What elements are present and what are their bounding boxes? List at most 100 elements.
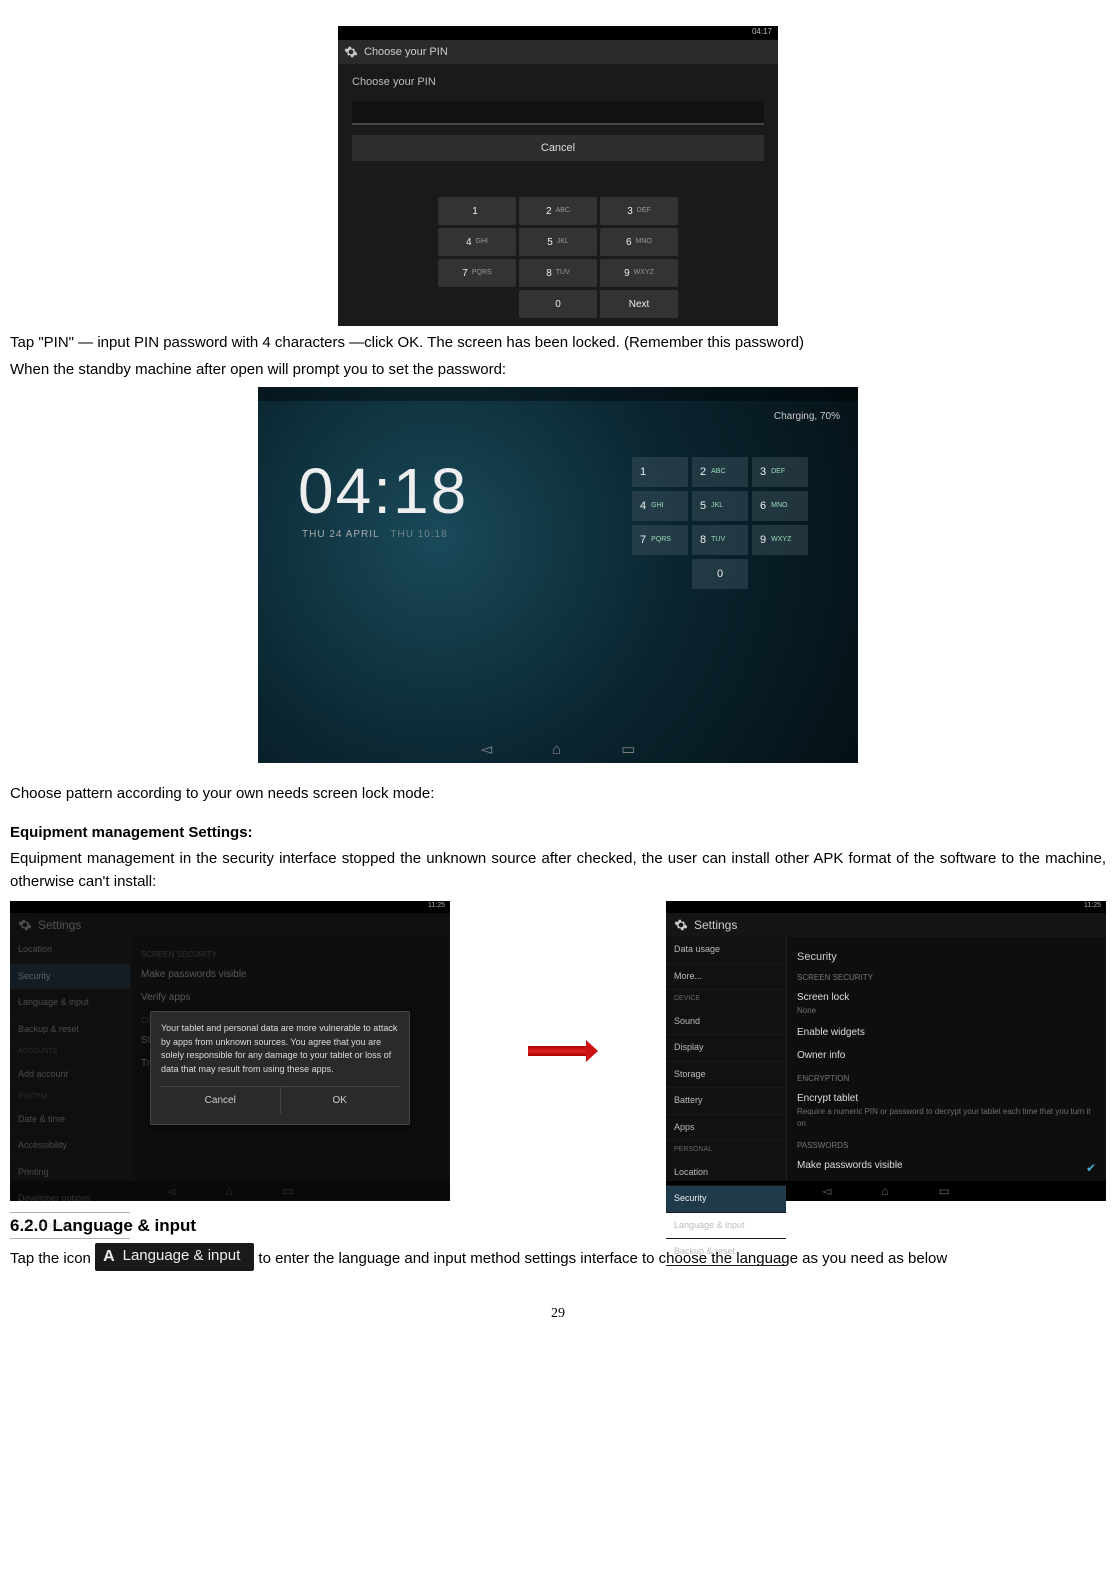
lock-keypad: 1 2ABC 3DEF 4GHI 5JKL 6MNO 7PQRS 8TUV 9W… [632, 457, 808, 589]
status-bar: 11:25 [10, 901, 450, 913]
key-8[interactable]: 8TUV [519, 259, 597, 287]
key-2[interactable]: 2ABC [519, 197, 597, 225]
home-icon[interactable]: ⌂ [552, 739, 561, 759]
choose-pin-label: Choose your PIN [338, 64, 778, 101]
dialog-cancel-button[interactable]: Cancel [161, 1087, 281, 1114]
sidebar-item[interactable]: Data usage [666, 937, 786, 964]
sidebar-item[interactable]: About tablet [10, 1213, 130, 1240]
sidebar-item[interactable]: Apps [666, 1115, 786, 1142]
key-6[interactable]: 6MNO [752, 491, 808, 521]
main-section: SCREEN SECURITY [797, 972, 1096, 984]
nav-bar: ◅ ⌂ ▭ [258, 739, 858, 759]
sidebar-item[interactable]: Sound [666, 1009, 786, 1036]
recents-icon[interactable]: ▭ [621, 739, 635, 759]
sidebar-section: DEVICE [666, 990, 786, 1009]
language-input-icon: A Language & input [95, 1243, 254, 1271]
sidebar-item[interactable]: Location [666, 1160, 786, 1187]
sidebar-item[interactable]: Language & input [666, 1213, 786, 1240]
confirm-dialog: Your tablet and personal data are more v… [150, 1011, 410, 1125]
sidebar-item[interactable]: Accessibility [10, 1133, 130, 1160]
main-item-screen-lock[interactable]: Screen lockNone [797, 986, 1096, 1021]
sidebar-item[interactable]: Add account [10, 1062, 130, 1089]
paragraph-3: Choose pattern according to your own nee… [10, 783, 1106, 806]
key-next[interactable]: Next [600, 290, 678, 318]
cancel-button[interactable]: Cancel [352, 135, 764, 161]
back-icon[interactable]: ◅ [481, 739, 493, 759]
sidebar-item[interactable]: Storage [666, 1062, 786, 1089]
key-1[interactable]: 1 [438, 197, 516, 225]
sidebar-item-security[interactable]: Security [666, 1186, 786, 1213]
title-bar: Settings [10, 913, 450, 937]
main-item[interactable]: Encrypt tabletRequire a numeric PIN or p… [797, 1087, 1096, 1134]
title-bar: Settings [666, 913, 1106, 937]
sidebar-section: PERSONAL [666, 1141, 786, 1160]
title-text: Settings [694, 916, 737, 934]
gear-icon [18, 918, 32, 932]
key-7[interactable]: 7PQRS [438, 259, 516, 287]
key-5[interactable]: 5JKL [692, 491, 748, 521]
main-heading: Security [797, 949, 1096, 966]
key-9[interactable]: 9WXYZ [752, 525, 808, 555]
recents-icon[interactable]: ▭ [939, 1182, 950, 1200]
main-item[interactable]: Make passwords visible✔ [797, 1154, 1096, 1177]
key-blank [438, 290, 516, 318]
screenshot-settings-security: 11:25 Settings Data usage More... DEVICE… [666, 901, 1106, 1201]
status-bar [258, 387, 858, 401]
main-section: PASSWORDS [797, 1140, 1096, 1152]
main-item[interactable]: Owner info [797, 1044, 1096, 1067]
language-chip-label: Language & input [123, 1245, 241, 1268]
key-2[interactable]: 2ABC [692, 457, 748, 487]
key-4[interactable]: 4GHI [632, 491, 688, 521]
key-3[interactable]: 3DEF [752, 457, 808, 487]
sidebar-item[interactable]: Backup & reset [10, 1017, 130, 1044]
key-5[interactable]: 5JKL [519, 228, 597, 256]
main-item[interactable]: Enable widgets [797, 1021, 1096, 1044]
main-item[interactable]: Verify apps [141, 986, 440, 1009]
sidebar-item[interactable]: Location [10, 937, 130, 964]
sidebar-item-security[interactable]: Security [10, 964, 130, 991]
clock-time: 04:18 [298, 443, 468, 539]
sidebar-item[interactable]: Display [666, 1035, 786, 1062]
key-4[interactable]: 4GHI [438, 228, 516, 256]
sidebar-section: SYSTEM [10, 1088, 130, 1107]
pin-keypad: 1 2ABC 3DEF 4GHI 5JKL 6MNO 7PQRS 8TUV 9W… [438, 197, 678, 318]
main-section: SCREEN SECURITY [141, 949, 440, 961]
heading-language-input: 6.2.0 Language & input [10, 1213, 1106, 1239]
key-0[interactable]: 0 [692, 559, 748, 589]
key-7[interactable]: 7PQRS [632, 525, 688, 555]
sidebar-item[interactable]: Battery [666, 1088, 786, 1115]
heading-equipment: Equipment management Settings: [10, 822, 1106, 845]
pin-input[interactable] [352, 101, 764, 125]
sidebar-item[interactable]: Backup & reset [666, 1239, 786, 1266]
recents-icon[interactable]: ▭ [283, 1182, 294, 1200]
sidebar-item[interactable]: Date & time [10, 1107, 130, 1134]
key-blank-2 [752, 559, 808, 589]
key-6[interactable]: 6MNO [600, 228, 678, 256]
settings-sidebar: Location Security Language & input Backu… [10, 937, 131, 1181]
key-0[interactable]: 0 [519, 290, 597, 318]
status-bar: 11:25 [666, 901, 1106, 913]
sidebar-section: ACCOUNTS [10, 1043, 130, 1062]
dialog-ok-button[interactable]: OK [281, 1087, 400, 1114]
key-1[interactable]: 1 [632, 457, 688, 487]
sidebar-item[interactable]: Language & input [10, 990, 130, 1017]
key-3[interactable]: 3DEF [600, 197, 678, 225]
page-number: 29 [10, 1303, 1106, 1324]
key-8[interactable]: 8TUV [692, 525, 748, 555]
main-item[interactable]: Make passwords visible [141, 963, 440, 986]
settings-sidebar: Data usage More... DEVICE Sound Display … [666, 937, 787, 1181]
key-9[interactable]: 9WXYZ [600, 259, 678, 287]
settings-main: Security SCREEN SECURITY Screen lockNone… [787, 937, 1106, 1181]
screenshot-settings-dialog: 11:25 Settings Location Security Languag… [10, 901, 450, 1201]
screenshot-pin-entry: 04:17 Choose your PIN Choose your PIN Ca… [338, 26, 778, 326]
screenshot-lockscreen: Charging, 70% 04:18 THU 24 APRIL THU 10:… [258, 387, 858, 763]
home-icon[interactable]: ⌂ [881, 1182, 888, 1200]
clock-date: THU 24 APRIL THU 10:18 [302, 527, 448, 542]
home-icon[interactable]: ⌂ [225, 1182, 232, 1200]
sidebar-item[interactable]: More... [666, 964, 786, 991]
checkmark-icon: ✔ [1086, 1159, 1096, 1177]
back-icon[interactable]: ◅ [166, 1182, 175, 1200]
nav-bar: ◅ ⌂ ▭ [10, 1181, 450, 1201]
screenshot-pair: 11:25 Settings Location Security Languag… [10, 901, 1106, 1201]
back-icon[interactable]: ◅ [822, 1182, 831, 1200]
